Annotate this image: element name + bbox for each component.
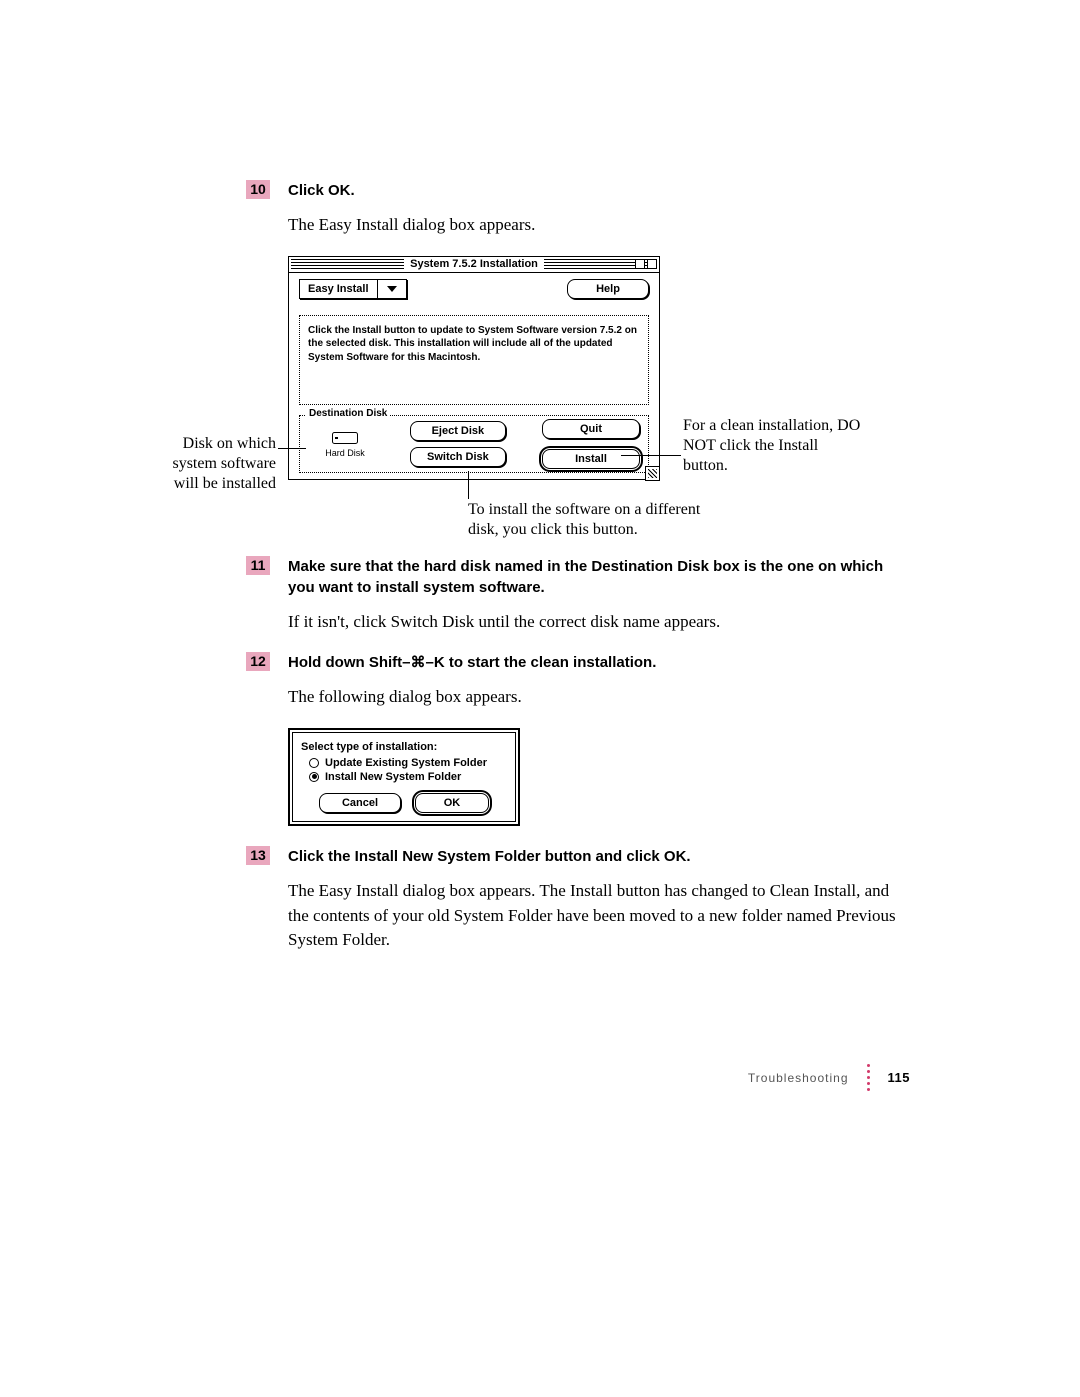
step-number: 13 — [246, 846, 270, 865]
eject-disk-button[interactable]: Eject Disk — [410, 421, 506, 441]
step-11: 11 Make sure that the hard disk named in… — [288, 556, 910, 598]
step-body: The Easy Install dialog box appears. — [288, 213, 910, 238]
step-13: 13 Click the Install New System Folder b… — [288, 846, 910, 867]
dialog-titlebar: System 7.5.2 Installation — [289, 257, 659, 273]
ok-button[interactable]: OK — [415, 793, 489, 813]
window-collapse-box[interactable] — [647, 259, 657, 269]
callout-line — [468, 471, 469, 499]
callout-line — [621, 455, 681, 456]
callout-bottom: To install the software on a different d… — [468, 500, 718, 540]
step-title: Make sure that the hard disk named in th… — [288, 556, 910, 598]
footer-dots-icon — [865, 1064, 872, 1091]
step-number: 11 — [246, 556, 270, 575]
cancel-button[interactable]: Cancel — [319, 793, 401, 813]
installer-dialog: System 7.5.2 Installation Easy Install — [288, 256, 660, 480]
callout-line — [278, 448, 306, 449]
window-zoom-box[interactable] — [635, 259, 645, 269]
install-button[interactable]: Install — [542, 449, 640, 469]
radio-install-new[interactable]: Install New System Folder — [309, 771, 507, 783]
install-type-popup[interactable]: Easy Install — [299, 279, 407, 299]
disk-name-label: Hard Disk — [325, 448, 365, 458]
step-title: Hold down Shift–⌘–K to start the clean i… — [288, 652, 656, 673]
install-info-text: Click the Install button to update to Sy… — [299, 315, 649, 406]
popup-arrow-icon — [377, 280, 406, 298]
radio-label: Update Existing System Folder — [325, 757, 487, 769]
radio-on-icon — [309, 772, 319, 782]
dialog-title: System 7.5.2 Installation — [404, 258, 544, 270]
step-number: 10 — [246, 180, 270, 199]
step-10: 10 Click OK. — [288, 180, 910, 201]
help-button[interactable]: Help — [567, 279, 649, 299]
resize-corner-icon[interactable] — [645, 466, 660, 481]
radio-off-icon — [309, 758, 319, 768]
switch-disk-button[interactable]: Switch Disk — [410, 447, 506, 467]
step-body: The Easy Install dialog box appears. The… — [288, 879, 910, 953]
step-12: 12 Hold down Shift–⌘–K to start the clea… — [288, 652, 910, 673]
destination-disk-box: Destination Disk Hard Disk Ejec — [299, 415, 649, 473]
install-type-label: Easy Install — [300, 283, 377, 295]
step-number: 12 — [246, 652, 270, 671]
radio-update-existing[interactable]: Update Existing System Folder — [309, 757, 507, 769]
destination-legend: Destination Disk — [306, 408, 390, 419]
page-footer: Troubleshooting 115 — [748, 1064, 910, 1091]
hard-disk-icon — [332, 430, 358, 446]
step-title: Click OK. — [288, 180, 355, 201]
install-type-prompt: Select type of installation: — [301, 741, 507, 753]
footer-section: Troubleshooting — [748, 1071, 849, 1085]
quit-button[interactable]: Quit — [542, 419, 640, 439]
callout-right: For a clean installation, DO NOT click t… — [683, 416, 863, 476]
radio-label: Install New System Folder — [325, 771, 461, 783]
install-type-dialog: Select type of installation: Update Exis… — [288, 728, 520, 826]
step-body: The following dialog box appears. — [288, 685, 910, 710]
step-body: If it isn't, click Switch Disk until the… — [288, 610, 910, 635]
callout-left: Disk on which system software will be in… — [158, 434, 276, 494]
page-number: 115 — [888, 1070, 910, 1085]
step-title: Click the Install New System Folder butt… — [288, 846, 691, 867]
installer-dialog-wrap: System 7.5.2 Installation Easy Install — [288, 256, 910, 536]
